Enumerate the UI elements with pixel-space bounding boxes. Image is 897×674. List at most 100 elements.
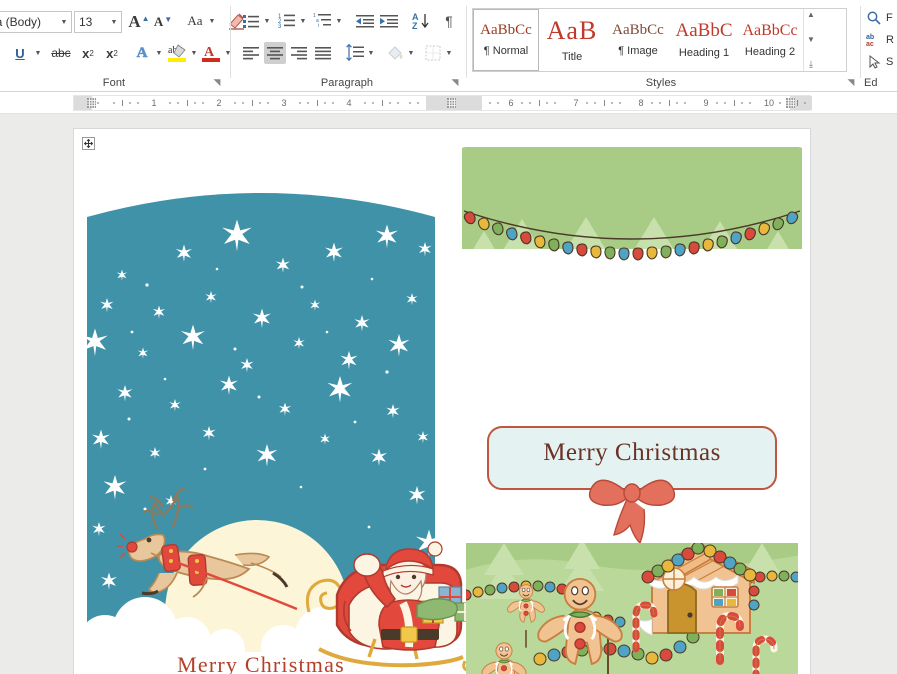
find-button[interactable]: F — [866, 10, 893, 26]
cursor-select-icon — [869, 54, 881, 69]
align-right-icon — [291, 47, 307, 60]
highlighter-icon: ab — [168, 44, 186, 62]
gingerbread-card-artwork — [462, 147, 802, 674]
document-page[interactable]: Merry Christmas Merry Christmas — [73, 128, 811, 674]
font-size-value: 13 — [79, 15, 93, 29]
chevron-down-icon: ▼ — [335, 17, 343, 25]
chevron-down-icon: ▼ — [34, 49, 42, 57]
change-case-button[interactable]: Aa — [182, 10, 208, 32]
borders-button[interactable] — [422, 42, 444, 64]
left-indent-marker[interactable] — [87, 98, 96, 108]
font-name-value: ia (Body) — [0, 15, 42, 29]
style-tile-normal[interactable]: AaBbCc ¶ Normal — [473, 9, 539, 71]
style-tile-heading-2[interactable]: AaBbCc Heading 2 — [737, 9, 803, 71]
sort-button[interactable]: A Z — [410, 10, 432, 32]
horizontal-ruler[interactable]: 1 2 3 4 6 7 8 9 10 — [73, 95, 812, 111]
replace-icon: ab ac — [866, 34, 874, 48]
ruler-ticks — [97, 100, 806, 106]
align-right-button[interactable] — [288, 42, 310, 64]
shading-dropdown[interactable]: ▼ — [405, 42, 417, 64]
multilevel-list-dropdown[interactable]: ▼ — [333, 10, 345, 32]
style-name: Title — [561, 50, 583, 63]
styles-dialog-launcher[interactable]: ◥ — [846, 77, 856, 87]
paragraph-group-label: Paragraph — [320, 77, 374, 89]
change-case-dropdown[interactable]: ▼ — [206, 10, 218, 32]
indent-marker[interactable] — [447, 98, 456, 108]
bullets-button[interactable] — [240, 10, 262, 32]
ribbon-group-editing: F ab ac R S Ed — [862, 0, 897, 92]
text-effects-dropdown[interactable]: ▼ — [153, 42, 165, 64]
font-color-button[interactable]: A — [200, 41, 222, 63]
multilevel-list-button[interactable]: 1 a i — [312, 10, 334, 32]
select-label: S — [886, 56, 894, 68]
up-arrow-icon: ▲ — [141, 14, 150, 23]
style-sample: AaBbC — [675, 20, 733, 41]
styles-group-label: Styles — [645, 77, 677, 89]
word-window: ia (Body) ▼ 13 ▼ A ▲ A ▼ Aa ▼ — [0, 0, 897, 674]
superscript-button[interactable]: x 2 — [100, 42, 124, 64]
styles-gallery-scroll[interactable]: ▲ ▼ ⤓ — [803, 9, 818, 71]
gingerbread-scene — [466, 543, 798, 674]
table-move-handle[interactable] — [82, 137, 95, 150]
numbering-button[interactable]: 1 2 3 — [276, 10, 298, 32]
paragraph-dialog-launcher[interactable]: ◥ — [450, 77, 460, 87]
text-highlight-button[interactable]: ab — [166, 41, 188, 63]
style-tile-image[interactable]: AaBbCc ¶ Image — [605, 9, 671, 71]
svg-text:Z: Z — [412, 21, 418, 31]
ribbon-group-paragraph: ▼ 1 2 3 ▼ 1 a i ▼ A Z ¶ ▼ ▼ ▼ Paragraph … — [232, 0, 464, 92]
text-effects-label: A — [136, 44, 148, 61]
show-formatting-marks-button[interactable]: ¶ — [438, 10, 460, 32]
font-group-label: Font — [102, 77, 126, 89]
align-center-button[interactable] — [264, 42, 286, 64]
group-separator — [466, 6, 467, 78]
decrease-indent-button[interactable] — [354, 10, 376, 32]
justify-button[interactable] — [312, 42, 334, 64]
chevron-down-icon: ▼ — [263, 17, 271, 25]
borders-icon — [425, 45, 441, 61]
increase-indent-button[interactable] — [378, 10, 400, 32]
align-left-button[interactable] — [240, 42, 262, 64]
borders-dropdown[interactable]: ▼ — [443, 42, 455, 64]
green-banner — [462, 147, 802, 249]
chevron-down-icon[interactable]: ▼ — [57, 19, 71, 26]
style-sample: AaBbCc — [480, 22, 532, 38]
numbering-dropdown[interactable]: ▼ — [297, 10, 309, 32]
search-icon — [867, 11, 881, 25]
style-tile-heading-1[interactable]: AaBbC Heading 1 — [671, 9, 737, 71]
select-button[interactable]: S — [866, 54, 893, 70]
santa-card[interactable]: Merry Christmas — [79, 157, 481, 674]
underline-dropdown[interactable]: ▼ — [32, 42, 44, 64]
line-spacing-button[interactable] — [344, 42, 366, 64]
shading-button[interactable] — [384, 42, 406, 64]
style-name: Heading 1 — [678, 47, 730, 59]
underline-button[interactable]: U — [8, 42, 32, 64]
grow-font-button[interactable]: A ▲ — [127, 9, 151, 34]
scroll-up-icon[interactable]: ▲ — [807, 11, 815, 19]
subscript-button[interactable]: x 2 — [76, 42, 100, 64]
styles-more-icon[interactable]: ⤓ — [809, 60, 813, 69]
styles-gallery[interactable]: AaBbCc ¶ Normal AaB Title AaBbCc ¶ Image… — [472, 8, 847, 72]
text-highlight-dropdown[interactable]: ▼ — [188, 42, 200, 64]
text-effects-button[interactable]: A — [130, 42, 154, 64]
chevron-down-icon[interactable]: ▼ — [107, 19, 121, 26]
font-name-combo[interactable]: ia (Body) ▼ — [0, 11, 72, 33]
svg-text:3: 3 — [278, 24, 282, 30]
style-tile-title[interactable]: AaB Title — [539, 9, 605, 71]
gingerbread-card[interactable]: Merry Christmas — [462, 139, 802, 674]
strikethrough-button[interactable]: abc — [48, 42, 74, 64]
ribbon-group-styles: AaBbCc ¶ Normal AaB Title AaBbCc ¶ Image… — [468, 0, 858, 92]
change-case-label: Aa — [187, 13, 203, 28]
replace-button[interactable]: ab ac R — [866, 32, 894, 48]
line-spacing-dropdown[interactable]: ▼ — [365, 42, 377, 64]
font-size-combo[interactable]: 13 ▼ — [74, 11, 122, 33]
style-name: Heading 2 — [744, 45, 796, 58]
style-sample: AaBbCc — [612, 22, 664, 38]
right-indent-marker[interactable] — [786, 98, 795, 108]
svg-text:ac: ac — [866, 41, 874, 48]
scroll-down-icon[interactable]: ▼ — [807, 35, 815, 44]
font-dialog-launcher[interactable]: ◥ — [212, 77, 222, 87]
decrease-indent-icon — [356, 15, 374, 28]
bullets-dropdown[interactable]: ▼ — [261, 10, 273, 32]
style-name: ¶ Normal — [483, 45, 529, 57]
shrink-font-button[interactable]: A ▼ — [151, 9, 175, 34]
